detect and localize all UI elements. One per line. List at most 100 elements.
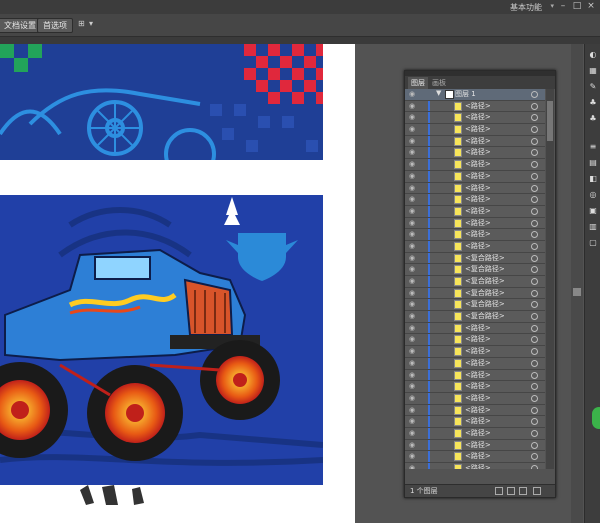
target-icon[interactable] (531, 371, 538, 379)
new-layer-icon[interactable] (519, 487, 527, 495)
appearance-icon[interactable]: ◎ (588, 190, 598, 200)
eye-icon[interactable]: ◉ (409, 382, 415, 390)
target-icon[interactable] (531, 359, 538, 367)
layer-name[interactable]: <路径> (465, 218, 491, 228)
eye-icon[interactable]: ◉ (409, 242, 415, 250)
layer-name[interactable]: <路径> (465, 334, 491, 344)
eye-icon[interactable]: ◉ (409, 277, 415, 285)
layer-row[interactable]: ◉ <路径> (405, 170, 545, 183)
layer-name[interactable]: <路径> (465, 463, 491, 469)
layer-row[interactable]: ◉ <路径> (405, 416, 545, 428)
close-icon[interactable]: × (584, 1, 598, 12)
tab-layers[interactable]: 图层 (408, 77, 428, 89)
layers-scrollbar[interactable] (546, 89, 554, 469)
palette-icon[interactable]: ◐ (588, 50, 598, 60)
layer-row[interactable]: ◉ <路径> (405, 240, 545, 253)
layer-row[interactable]: ◉ <路径> (405, 100, 545, 113)
layer-row[interactable]: ◉ <路径> (405, 463, 545, 469)
target-icon[interactable] (531, 324, 538, 332)
layer-name[interactable]: <复合路径> (465, 276, 505, 286)
layer-name[interactable]: <复合路径> (465, 299, 505, 309)
layer-name[interactable]: <复合路径> (465, 288, 505, 298)
eye-icon[interactable]: ◉ (409, 359, 415, 367)
layer-name[interactable]: <路径> (465, 416, 491, 426)
club-icon[interactable]: ♣ (588, 114, 598, 124)
eye-icon[interactable]: ◉ (409, 312, 415, 320)
eye-icon[interactable]: ◉ (409, 113, 415, 121)
eye-icon[interactable]: ◉ (409, 102, 415, 110)
target-icon[interactable] (531, 207, 538, 215)
eye-icon[interactable]: ◉ (409, 417, 415, 425)
eye-icon[interactable]: ◉ (409, 335, 415, 343)
eye-icon[interactable]: ◉ (409, 148, 415, 156)
eye-icon[interactable]: ◉ (409, 230, 415, 238)
layer-name[interactable]: <路径> (465, 381, 491, 391)
layer-row[interactable]: ◉ <复合路径> (405, 264, 545, 276)
layer-row[interactable]: ◉ <路径> (405, 369, 545, 382)
layer-name[interactable]: <路径> (465, 370, 491, 380)
eye-icon[interactable]: ◉ (409, 324, 415, 332)
scrollbar-thumb[interactable] (547, 101, 553, 141)
eye-icon[interactable]: ◉ (409, 172, 415, 180)
eye-icon[interactable]: ◉ (409, 137, 415, 145)
layer-row[interactable]: ◉ <路径> (405, 135, 545, 148)
layer-name[interactable]: <路径> (465, 451, 491, 461)
target-icon[interactable] (531, 383, 538, 391)
target-icon[interactable] (531, 172, 538, 180)
arrange-icon[interactable]: ⊞ (78, 19, 85, 28)
layer-name[interactable]: <路径> (465, 229, 491, 239)
transparency-icon[interactable]: ◧ (588, 174, 598, 184)
eye-icon[interactable]: ◉ (409, 254, 415, 262)
layer-row[interactable]: ◉ <路径> (405, 427, 545, 440)
target-icon[interactable] (531, 336, 538, 344)
eye-icon[interactable]: ◉ (409, 394, 415, 402)
target-icon[interactable] (531, 196, 538, 204)
layer-row[interactable]: ◉ <路径> (405, 322, 545, 335)
layer-name[interactable]: <复合路径> (465, 264, 505, 274)
layer-name[interactable]: <路径> (465, 171, 491, 181)
target-icon[interactable] (531, 453, 538, 461)
target-icon[interactable] (531, 394, 538, 402)
eye-icon[interactable]: ◉ (409, 289, 415, 297)
layer-name[interactable]: <路径> (465, 136, 491, 146)
target-icon[interactable] (531, 126, 538, 134)
eye-icon[interactable]: ◉ (409, 441, 415, 449)
minimize-icon[interactable]: – (556, 1, 570, 12)
target-icon[interactable] (531, 137, 538, 145)
layer-row[interactable]: ◉ <路径> (405, 451, 545, 463)
layer-name[interactable]: <路径> (465, 428, 491, 438)
eye-icon[interactable]: ◉ (409, 300, 415, 308)
layer-name[interactable]: 图层 1 (455, 89, 476, 99)
target-icon[interactable] (531, 91, 538, 98)
target-icon[interactable] (531, 429, 538, 437)
new-sublayer-icon[interactable] (507, 487, 515, 495)
layer-row[interactable]: ◉ <路径> (405, 439, 545, 452)
layer-row[interactable]: ◉ <路径> (405, 112, 545, 125)
eye-icon[interactable]: ◉ (409, 265, 415, 273)
artboards-icon[interactable]: ▢ (588, 238, 598, 248)
layer-name[interactable]: <路径> (465, 358, 491, 368)
eye-icon[interactable]: ◉ (409, 184, 415, 192)
layer-row[interactable]: ◉ <复合路径> (405, 252, 545, 265)
eye-icon[interactable]: ◉ (409, 429, 415, 437)
target-icon[interactable] (531, 231, 538, 239)
target-icon[interactable] (531, 184, 538, 192)
layer-row[interactable]: ◉ <路径> (405, 205, 545, 218)
eye-icon[interactable]: ◉ (409, 207, 415, 215)
document-setup-button[interactable]: 文档设置 (0, 18, 42, 33)
layer-row[interactable]: ◉ <路径> (405, 217, 545, 230)
workspace-switcher[interactable]: 基本功能 (510, 2, 542, 13)
layer-row[interactable]: ◉ <路径> (405, 404, 545, 417)
layer-row[interactable]: ◉ <路径> (405, 194, 545, 206)
layer-row[interactable]: ◉ <路径> (405, 182, 545, 195)
eye-icon[interactable]: ◉ (409, 219, 415, 227)
eye-icon[interactable]: ◉ (409, 464, 415, 469)
eye-icon[interactable]: ◉ (409, 195, 415, 203)
target-icon[interactable] (531, 441, 538, 449)
target-icon[interactable] (531, 149, 538, 157)
layer-name[interactable]: <路径> (465, 393, 491, 403)
chevron-down-icon[interactable]: ▾ (89, 19, 93, 28)
layers-icon[interactable]: ▥ (588, 222, 598, 232)
target-icon[interactable] (531, 161, 538, 169)
layer-row[interactable]: ◉ <路径> (405, 346, 545, 358)
